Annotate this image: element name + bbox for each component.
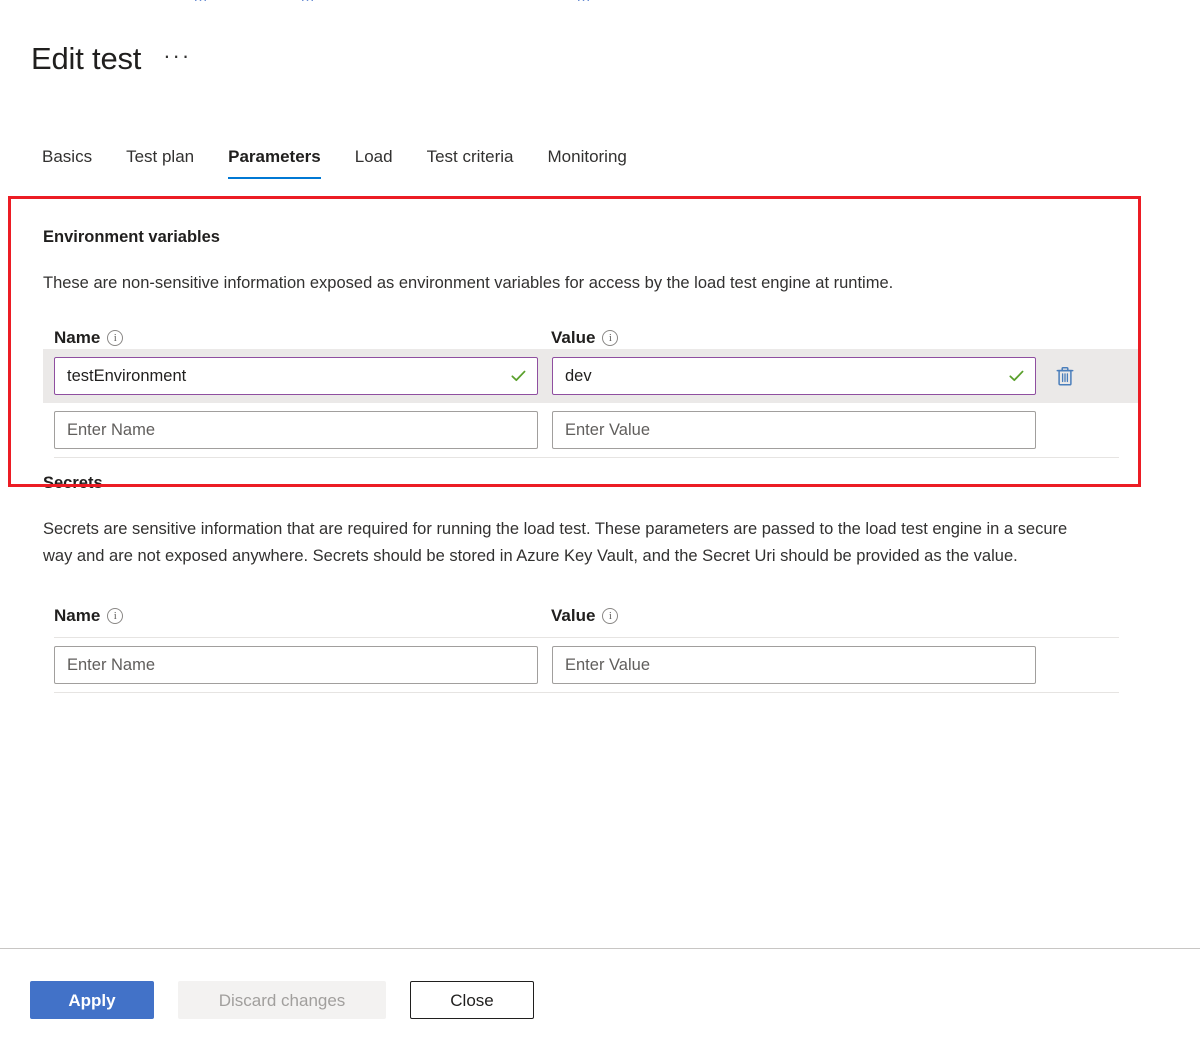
- info-icon[interactable]: i: [602, 330, 618, 346]
- delete-row-button[interactable]: [1053, 363, 1077, 389]
- breadcrumb-link-1[interactable]: …: [193, 0, 208, 5]
- tab-monitoring[interactable]: Monitoring: [531, 146, 644, 179]
- tab-load[interactable]: Load: [338, 146, 410, 179]
- environment-variables-rows: [43, 349, 1200, 457]
- column-header-name: Name i: [54, 327, 551, 349]
- tab-parameters[interactable]: Parameters: [211, 146, 338, 179]
- breadcrumb-link-2[interactable]: …: [300, 0, 315, 5]
- name-field-wrapper: [54, 411, 538, 449]
- name-input[interactable]: [54, 646, 538, 684]
- column-header-name-label: Name: [54, 327, 100, 349]
- trash-icon: [1054, 365, 1076, 388]
- secrets-section: Secrets Secrets are sensitive informatio…: [0, 458, 1200, 693]
- environment-variables-column-headers: Name i Value i: [43, 327, 1200, 349]
- secrets-bottom-divider: [54, 692, 1119, 693]
- more-ellipsis-icon[interactable]: ···: [159, 45, 195, 73]
- close-button[interactable]: Close: [410, 981, 534, 1019]
- column-header-name-label: Name: [54, 605, 100, 627]
- apply-button[interactable]: Apply: [30, 981, 154, 1019]
- value-input[interactable]: [552, 357, 1036, 395]
- breadcrumb: … … …: [0, 0, 1200, 7]
- info-icon[interactable]: i: [602, 608, 618, 624]
- column-header-name: Name i: [54, 605, 551, 627]
- value-field-wrapper: [552, 357, 1036, 395]
- column-header-value: Value i: [551, 605, 618, 627]
- footer-divider: [0, 948, 1200, 949]
- secrets-column-headers: Name i Value i: [43, 605, 1200, 627]
- environment-variables-section: Environment variables These are non-sens…: [0, 196, 1200, 458]
- footer-actions: Apply Discard changes Close: [30, 981, 534, 1019]
- value-input[interactable]: [552, 411, 1036, 449]
- secrets-rows: [43, 638, 1200, 692]
- secrets-heading: Secrets: [43, 472, 1200, 494]
- name-field-wrapper: [54, 357, 538, 395]
- column-header-value-label: Value: [551, 327, 595, 349]
- tab-test-plan[interactable]: Test plan: [109, 146, 211, 179]
- column-header-value: Value i: [551, 327, 618, 349]
- page-header: Edit test ···: [31, 18, 195, 100]
- value-field-wrapper: [552, 646, 1036, 684]
- info-icon[interactable]: i: [107, 608, 123, 624]
- tab-basics[interactable]: Basics: [42, 146, 109, 179]
- secrets-description: Secrets are sensitive information that a…: [43, 516, 1088, 570]
- name-input[interactable]: [54, 411, 538, 449]
- key-value-row: [43, 349, 1140, 403]
- key-value-row: [43, 638, 1140, 692]
- name-input[interactable]: [54, 357, 538, 395]
- environment-variables-description: These are non-sensitive information expo…: [43, 270, 1083, 297]
- breadcrumb-link-3[interactable]: …: [576, 0, 591, 5]
- column-header-value-label: Value: [551, 605, 595, 627]
- discard-changes-button[interactable]: Discard changes: [178, 981, 386, 1019]
- info-icon[interactable]: i: [107, 330, 123, 346]
- tab-test-criteria[interactable]: Test criteria: [410, 146, 531, 179]
- name-field-wrapper: [54, 646, 538, 684]
- form-content: Environment variables These are non-sens…: [0, 196, 1200, 693]
- key-value-row: [43, 403, 1140, 457]
- value-field-wrapper: [552, 411, 1036, 449]
- tab-bar: BasicsTest planParametersLoadTest criter…: [42, 146, 644, 179]
- page-title: Edit test: [31, 39, 141, 79]
- environment-variables-heading: Environment variables: [43, 226, 1200, 248]
- value-input[interactable]: [552, 646, 1036, 684]
